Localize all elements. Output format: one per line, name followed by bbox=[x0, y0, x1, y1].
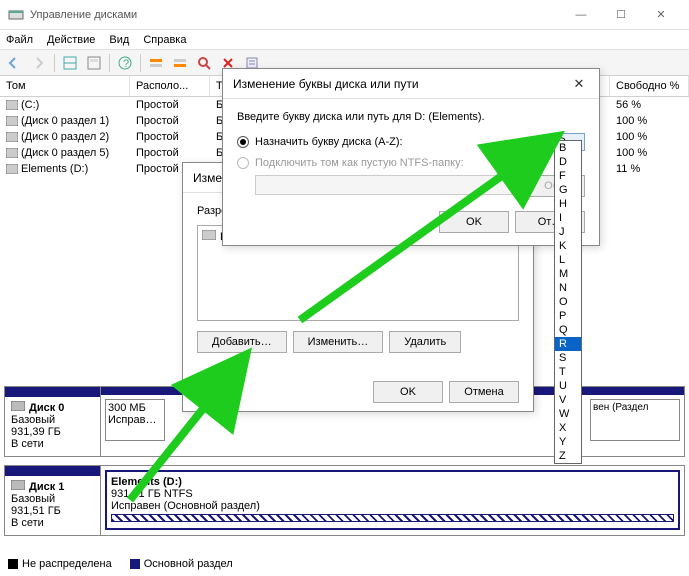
help-icon[interactable]: ? bbox=[114, 52, 136, 74]
cancel-button[interactable]: Отмена bbox=[449, 381, 519, 403]
disk-status: В сети bbox=[11, 438, 94, 450]
part-size: 300 МБ bbox=[108, 402, 162, 414]
dropdown-option[interactable]: R bbox=[555, 337, 581, 351]
dropdown-option[interactable]: T bbox=[555, 365, 581, 379]
dropdown-option[interactable]: N bbox=[555, 281, 581, 295]
search-icon[interactable] bbox=[193, 52, 215, 74]
dropdown-option[interactable]: P bbox=[555, 309, 581, 323]
svg-text:?: ? bbox=[123, 58, 129, 70]
dropdown-option[interactable]: G bbox=[555, 183, 581, 197]
dropdown-option[interactable]: S bbox=[555, 351, 581, 365]
col-layout[interactable]: Располо... bbox=[130, 76, 210, 96]
part-desc: Исправен (Основной раздел) bbox=[111, 500, 674, 512]
col-free[interactable]: Свободно % bbox=[610, 76, 689, 96]
radio-assign-letter[interactable] bbox=[237, 136, 249, 148]
disk-bottom-icon[interactable] bbox=[169, 52, 191, 74]
disk-status: В сети bbox=[11, 517, 94, 529]
ok-button[interactable]: OK bbox=[439, 211, 509, 233]
menu-help[interactable]: Справка bbox=[143, 34, 186, 46]
disk-label: Диск 0 Базовый 931,39 ГБ В сети bbox=[5, 387, 101, 456]
nav-back-icon[interactable] bbox=[4, 52, 26, 74]
minimize-button[interactable]: — bbox=[561, 1, 601, 29]
part-tail: вен (Раздел bbox=[593, 402, 677, 413]
dropdown-option[interactable]: B bbox=[555, 141, 581, 155]
dropdown-option[interactable]: F bbox=[555, 169, 581, 183]
close-icon[interactable]: ✕ bbox=[569, 74, 589, 94]
dropdown-option[interactable]: J bbox=[555, 225, 581, 239]
legend: Не распределена Основной раздел bbox=[8, 558, 233, 570]
part-fs: 931,51 ГБ NTFS bbox=[111, 488, 674, 500]
change-letter-dialog: Изменение буквы диска или пути ✕ Введите… bbox=[222, 68, 600, 246]
add-button[interactable]: Добавить… bbox=[197, 331, 287, 353]
dropdown-option[interactable]: Q bbox=[555, 323, 581, 337]
dropdown-option[interactable]: U bbox=[555, 379, 581, 393]
mount-path-input bbox=[255, 175, 523, 195]
legend-primary: Основной раздел bbox=[144, 558, 233, 570]
drive-icon bbox=[202, 230, 216, 243]
partition-box[interactable]: Elements (D:) 931,51 ГБ NTFS Исправен (О… bbox=[105, 470, 680, 530]
disk-name: Диск 1 bbox=[29, 481, 64, 493]
refresh-icon[interactable] bbox=[83, 52, 105, 74]
disk-size: 931,51 ГБ bbox=[11, 505, 94, 517]
view-list-icon[interactable] bbox=[59, 52, 81, 74]
dropdown-option[interactable]: W bbox=[555, 407, 581, 421]
dropdown-option[interactable]: D bbox=[555, 155, 581, 169]
dropdown-option[interactable]: Z bbox=[555, 449, 581, 463]
menu-action[interactable]: Действие bbox=[47, 34, 95, 46]
maximize-button[interactable]: ☐ bbox=[601, 1, 641, 29]
nav-fwd-icon[interactable] bbox=[28, 52, 50, 74]
dialog2-prompt: Введите букву диска или путь для D: (Ele… bbox=[237, 111, 585, 123]
radio-mount-folder[interactable] bbox=[237, 157, 249, 169]
dropdown-option[interactable]: L bbox=[555, 253, 581, 267]
part-header: Elements (D:) bbox=[111, 476, 674, 488]
col-volume[interactable]: Том bbox=[0, 76, 130, 96]
legend-unalloc: Не распределена bbox=[22, 558, 112, 570]
part-status: Исправ… bbox=[108, 414, 162, 426]
drive-letter-dropdown[interactable]: BDFGHIJKLMNOPQRSTUVWXYZ bbox=[554, 140, 582, 464]
disk-type: Базовый bbox=[11, 493, 94, 505]
radio-assign-label: Назначить букву диска (A-Z): bbox=[255, 136, 403, 148]
disk-name: Диск 0 bbox=[29, 402, 64, 414]
disk-top-icon[interactable] bbox=[145, 52, 167, 74]
disk-label: Диск 1 Базовый 931,51 ГБ В сети bbox=[5, 466, 101, 535]
window-title: Управление дисками bbox=[30, 9, 561, 21]
close-button[interactable]: ✕ bbox=[641, 1, 681, 29]
dropdown-option[interactable]: M bbox=[555, 267, 581, 281]
radio-mount-label: Подключить том как пустую NTFS-папку: bbox=[255, 157, 464, 169]
dropdown-option[interactable]: V bbox=[555, 393, 581, 407]
menu-file[interactable]: Файл bbox=[6, 34, 33, 46]
disk-icon bbox=[11, 480, 25, 493]
dropdown-option[interactable]: K bbox=[555, 239, 581, 253]
main-titlebar: Управление дисками — ☐ ✕ bbox=[0, 0, 689, 30]
app-icon bbox=[8, 7, 24, 23]
dropdown-option[interactable]: X bbox=[555, 421, 581, 435]
menu-view[interactable]: Вид bbox=[109, 34, 129, 46]
dropdown-option[interactable]: Y bbox=[555, 435, 581, 449]
change-button[interactable]: Изменить… bbox=[293, 331, 384, 353]
disk-icon bbox=[11, 401, 25, 414]
menubar: Файл Действие Вид Справка bbox=[0, 30, 689, 50]
dropdown-option[interactable]: H bbox=[555, 197, 581, 211]
disk-row: Диск 1 Базовый 931,51 ГБ В сети Elements… bbox=[4, 465, 685, 536]
remove-button[interactable]: Удалить bbox=[389, 331, 461, 353]
disk-size: 931,39 ГБ bbox=[11, 426, 94, 438]
dropdown-option[interactable]: I bbox=[555, 211, 581, 225]
dialog2-title: Изменение буквы диска или пути bbox=[233, 77, 569, 91]
disk-type: Базовый bbox=[11, 414, 94, 426]
dropdown-option[interactable]: O bbox=[555, 295, 581, 309]
ok-button[interactable]: OK bbox=[373, 381, 443, 403]
